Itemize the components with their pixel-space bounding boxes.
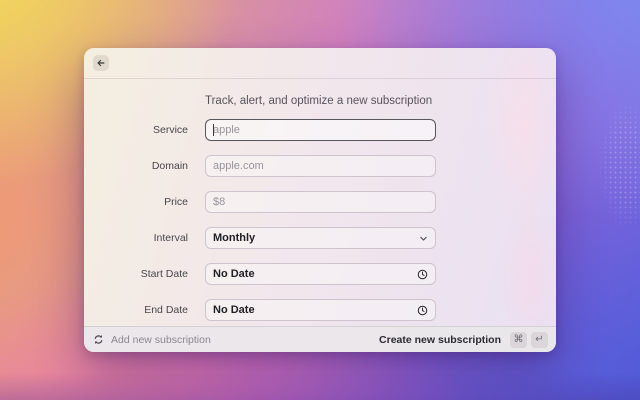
back-button[interactable] bbox=[93, 55, 109, 71]
form-row-start-date: Start Date No Date bbox=[84, 263, 556, 285]
clock-icon bbox=[417, 269, 428, 280]
start-date-picker[interactable]: No Date bbox=[205, 263, 436, 285]
form-row-interval: Interval Monthly bbox=[84, 227, 556, 249]
text-caret bbox=[213, 124, 214, 136]
form-row-service: Service bbox=[84, 119, 556, 141]
service-field bbox=[205, 119, 436, 141]
clock-icon bbox=[417, 305, 428, 316]
price-field bbox=[205, 191, 436, 213]
domain-field bbox=[205, 155, 436, 177]
arrow-left-icon bbox=[96, 58, 106, 68]
end-date-picker[interactable]: No Date bbox=[205, 299, 436, 321]
price-label: Price bbox=[164, 196, 188, 208]
service-label: Service bbox=[152, 124, 188, 136]
service-input[interactable] bbox=[206, 120, 435, 140]
domain-input[interactable] bbox=[206, 156, 435, 176]
dialog-title: Track, alert, and optimize a new subscri… bbox=[205, 95, 433, 107]
dialog-header bbox=[84, 48, 556, 79]
end-date-value: No Date bbox=[213, 304, 255, 316]
create-subscription-label: Create new subscription bbox=[379, 333, 501, 346]
dialog-body: Track, alert, and optimize a new subscri… bbox=[84, 79, 556, 321]
create-subscription-button[interactable]: Create new subscription ⌘ ↵ bbox=[379, 331, 548, 348]
price-input[interactable] bbox=[206, 192, 435, 212]
wallpaper-dot-texture bbox=[598, 100, 640, 230]
footer-command-label: Add new subscription bbox=[111, 333, 211, 346]
start-date-value: No Date bbox=[213, 268, 255, 280]
desktop-background: Track, alert, and optimize a new subscri… bbox=[0, 0, 640, 400]
dialog-footer: Add new subscription Create new subscrip… bbox=[84, 326, 556, 352]
domain-label: Domain bbox=[151, 160, 188, 172]
sync-icon bbox=[93, 334, 104, 345]
cmd-key-icon: ⌘ bbox=[510, 331, 527, 348]
start-date-label: Start Date bbox=[140, 268, 188, 280]
interval-select[interactable]: Monthly bbox=[205, 227, 436, 249]
chevron-down-icon bbox=[419, 234, 428, 243]
interval-value: Monthly bbox=[213, 232, 256, 244]
end-date-label: End Date bbox=[144, 304, 188, 316]
form-row-price: Price bbox=[84, 191, 556, 213]
form-row-end-date: End Date No Date bbox=[84, 299, 556, 321]
form-row-domain: Domain bbox=[84, 155, 556, 177]
interval-label: Interval bbox=[153, 232, 188, 244]
return-key-icon: ↵ bbox=[531, 331, 548, 348]
footer-command-info: Add new subscription bbox=[93, 334, 211, 346]
new-subscription-dialog: Track, alert, and optimize a new subscri… bbox=[84, 48, 556, 352]
